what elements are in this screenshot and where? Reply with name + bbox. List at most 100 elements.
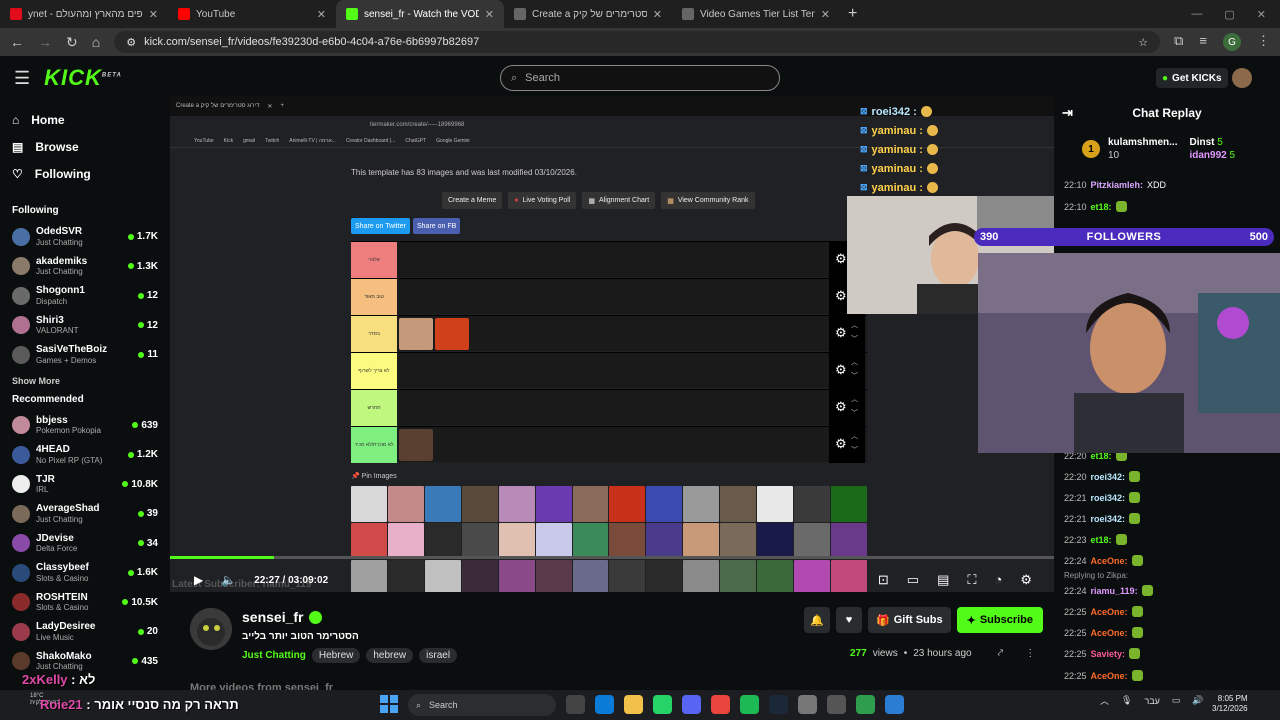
theater-icon[interactable]: ▭ bbox=[907, 572, 919, 588]
channel-row[interactable]: JDevise Delta Force 34 bbox=[0, 529, 170, 559]
get-kicks-button[interactable]: ● Get KICKs bbox=[1156, 68, 1228, 88]
media-icon[interactable]: ≡ bbox=[1199, 33, 1207, 51]
channel-row[interactable]: ROSHTEIN Slots & Casino 10.5K bbox=[0, 588, 170, 618]
hamburger-menu-icon[interactable]: ☰ bbox=[14, 68, 30, 89]
forward-icon[interactable]: → bbox=[38, 34, 52, 50]
close-tab-icon[interactable]: ✕ bbox=[485, 8, 494, 21]
chat-username[interactable]: et18: bbox=[1091, 535, 1112, 545]
tag-pill[interactable]: israel bbox=[419, 648, 458, 663]
browser-tab-ynet[interactable]: ynet - חדשות, כלכלה, ספורט ובריאות - דיו… bbox=[0, 0, 168, 28]
nav-following[interactable]: ♡ Following bbox=[0, 160, 170, 187]
gift-subs-button[interactable]: 🎁 Gift Subs bbox=[868, 607, 951, 633]
chat-username[interactable]: et18: bbox=[1091, 202, 1112, 212]
browser-tab-videogames[interactable]: Video Games Tier List Template ✕ bbox=[672, 0, 840, 28]
mic-icon[interactable]: 🎙 bbox=[1121, 695, 1132, 706]
channel-row[interactable]: SasiVeTheBoiz Games + Demos 11 bbox=[0, 340, 170, 370]
chat-username[interactable]: riamu_119: bbox=[1091, 586, 1138, 596]
taskbar-search[interactable]: ⌕ Search bbox=[408, 694, 556, 716]
search-input[interactable]: ⌕ Search bbox=[500, 65, 780, 91]
close-tab-icon[interactable]: ✕ bbox=[149, 8, 158, 21]
chat-username[interactable]: Saviety: bbox=[1091, 649, 1126, 659]
spotify-icon[interactable] bbox=[740, 695, 759, 714]
chat-username[interactable]: roei342: bbox=[1091, 493, 1126, 503]
whatsapp-icon[interactable] bbox=[653, 695, 672, 714]
category-link[interactable]: Just Chatting bbox=[242, 650, 306, 661]
channel-row[interactable]: Classybeef Slots & Casino 1.6K bbox=[0, 558, 170, 588]
channel-row[interactable]: OdedSVR Just Chatting 1.7K bbox=[0, 222, 170, 252]
volume-icon[interactable]: 🔈 bbox=[221, 573, 236, 587]
channel-row[interactable]: AverageShad Just Chatting 39 bbox=[0, 499, 170, 529]
channel-row[interactable]: LadyDesiree Live Music 20 bbox=[0, 617, 170, 647]
channel-row[interactable]: akademiks Just Chatting 1.3K bbox=[0, 252, 170, 282]
channel-row[interactable]: Shiri3 VALORANT 12 bbox=[0, 311, 170, 341]
chat-username[interactable]: AceOne: bbox=[1091, 671, 1128, 681]
windows-start-icon[interactable] bbox=[380, 695, 398, 713]
channel-row[interactable]: Shogonn1 Dispatch 12 bbox=[0, 281, 170, 311]
seek-bar[interactable] bbox=[170, 556, 1054, 559]
chat-username[interactable]: AceOne: bbox=[1091, 607, 1128, 617]
play-icon[interactable]: ▶ bbox=[194, 573, 203, 587]
close-tab-icon[interactable]: ✕ bbox=[653, 8, 662, 21]
user-avatar[interactable] bbox=[1232, 68, 1252, 88]
close-tab-icon[interactable]: ✕ bbox=[317, 8, 326, 21]
collapse-chat-icon[interactable]: ⇥ bbox=[1062, 105, 1073, 121]
browser-menu-icon[interactable]: ⋮ bbox=[1257, 33, 1270, 51]
chat-username[interactable]: roei342: bbox=[1091, 472, 1126, 482]
maximize-icon[interactable]: ▢ bbox=[1224, 8, 1234, 21]
language-indicator[interactable]: עבר bbox=[1144, 696, 1159, 706]
close-window-icon[interactable]: ✕ bbox=[1257, 8, 1266, 21]
channel-row[interactable]: TJR IRL 10.8K bbox=[0, 470, 170, 500]
taskbar-clock[interactable]: 8:05 PM 3/12/2026 bbox=[1212, 694, 1248, 715]
nav-home[interactable]: ⌂ Home bbox=[0, 106, 170, 133]
subscribe-button[interactable]: ✦ Subscribe bbox=[956, 607, 1043, 633]
home-browser-icon[interactable]: ⌂ bbox=[92, 34, 100, 50]
channel-name[interactable]: sensei_fr bbox=[242, 609, 323, 625]
notepad-icon[interactable] bbox=[885, 695, 904, 714]
network-icon[interactable]: ▭ bbox=[1172, 695, 1181, 706]
speaker-icon[interactable]: 🔊 bbox=[1192, 695, 1203, 706]
tag-pill[interactable]: hebrew bbox=[366, 648, 414, 663]
file-explorer-icon[interactable] bbox=[624, 695, 643, 714]
channel-row[interactable]: 4HEAD No Pixel RP (GTA) 1.2K bbox=[0, 440, 170, 470]
edge-icon[interactable] bbox=[595, 695, 614, 714]
captions-icon[interactable]: ▤ bbox=[937, 572, 949, 588]
chat-username[interactable]: Pitzkiamleh: bbox=[1091, 180, 1144, 190]
nav-browse[interactable]: ▤ Browse bbox=[0, 133, 170, 160]
tag-pill[interactable]: Hebrew bbox=[311, 648, 361, 663]
settings-gear-icon[interactable]: ⚙ bbox=[1020, 572, 1032, 588]
minecraft-icon[interactable] bbox=[856, 695, 875, 714]
profile-avatar[interactable]: G bbox=[1223, 33, 1241, 51]
steam-icon[interactable] bbox=[769, 695, 788, 714]
browser-tab-kick[interactable]: sensei_fr - Watch the VOD on Kick ✕ bbox=[336, 0, 504, 28]
channel-avatar[interactable] bbox=[190, 608, 232, 650]
share-icon[interactable]: ⤤ bbox=[998, 648, 1004, 659]
site-info-icon[interactable]: ⚙ bbox=[126, 36, 136, 49]
notification-bell-button[interactable]: 🔔 bbox=[804, 607, 830, 633]
new-tab-button[interactable]: + bbox=[840, 5, 865, 23]
address-bar[interactable]: ⚙ kick.com/sensei_fr/videos/fe39230d-e6b0… bbox=[114, 31, 1161, 53]
show-more-button[interactable]: Show More bbox=[0, 376, 170, 386]
fullscreen-icon[interactable]: ⛶ bbox=[967, 572, 976, 588]
task-view-icon[interactable] bbox=[566, 695, 585, 714]
app-icon[interactable] bbox=[827, 695, 846, 714]
follow-heart-button[interactable]: ♥ bbox=[836, 607, 862, 633]
video-player[interactable]: Create a דירוג סטרימרים של קיק ✕ + tiermak… bbox=[170, 96, 1054, 592]
clip-icon[interactable]: ⊡ bbox=[878, 572, 889, 588]
back-icon[interactable]: ← bbox=[10, 34, 24, 50]
minimize-icon[interactable]: — bbox=[1191, 8, 1202, 21]
extensions-icon[interactable]: ⧉ bbox=[1174, 33, 1183, 51]
more-options-icon[interactable]: ⋮ bbox=[1025, 648, 1035, 659]
close-tab-icon[interactable]: ✕ bbox=[821, 8, 830, 21]
tray-chevron-icon[interactable]: ︿ bbox=[1100, 694, 1109, 707]
browser-tab-tiermaker[interactable]: Create a דירוג סטרימרים של קיק Tier List… bbox=[504, 0, 672, 28]
kick-logo[interactable]: KICKBETA bbox=[44, 65, 122, 91]
settings-app-icon[interactable] bbox=[798, 695, 817, 714]
browser-tab-youtube[interactable]: YouTube ✕ bbox=[168, 0, 336, 28]
speed-icon[interactable]: ◔ bbox=[994, 572, 1002, 588]
channel-row[interactable]: bbjess Pokemon Pokopia 639 bbox=[0, 411, 170, 441]
chat-username[interactable]: AceOne: bbox=[1091, 556, 1128, 566]
bookmark-star-icon[interactable]: ☆ bbox=[1138, 36, 1148, 49]
chat-username[interactable]: AceOne: bbox=[1091, 628, 1128, 638]
chrome-icon[interactable] bbox=[711, 695, 730, 714]
reload-icon[interactable]: ↻ bbox=[66, 34, 78, 51]
